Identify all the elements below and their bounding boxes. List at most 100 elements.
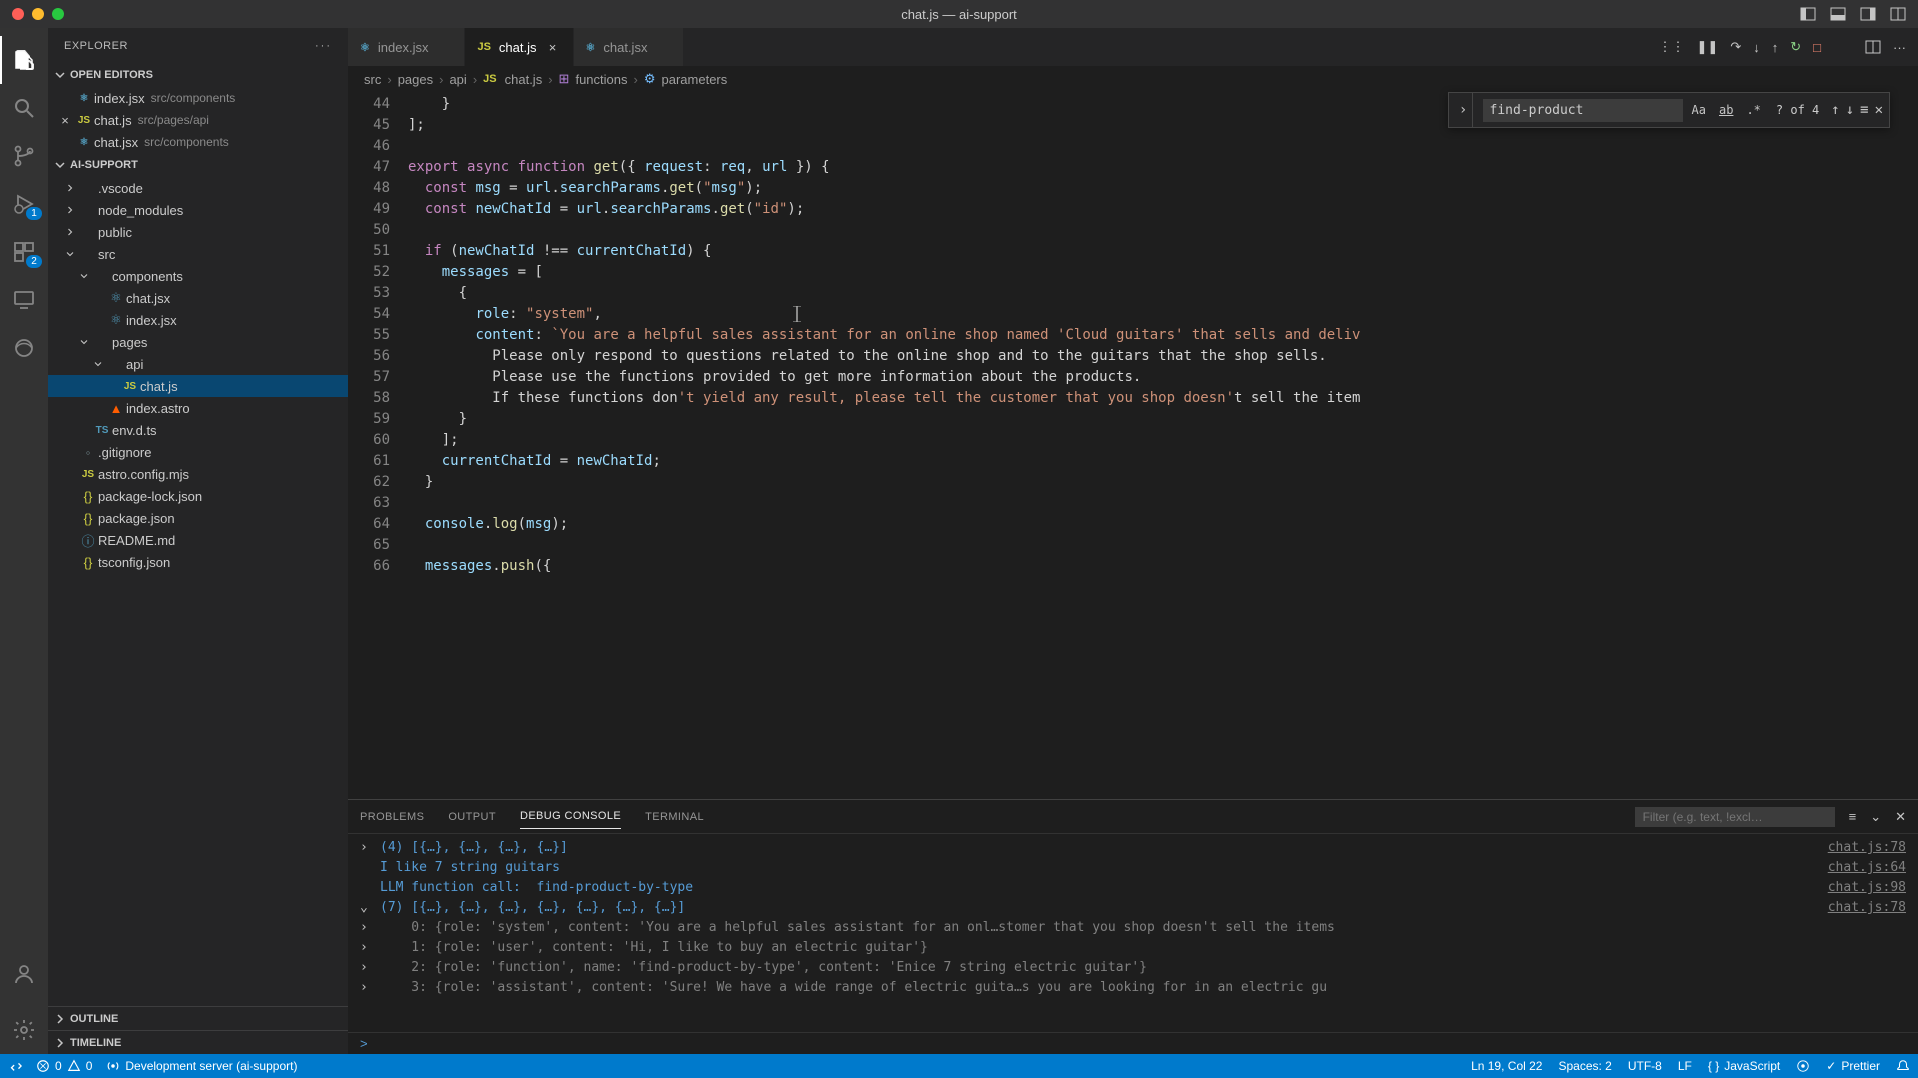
file-item[interactable]: ▲ index.astro — [48, 397, 348, 419]
drag-icon[interactable]: ⋮⋮ — [1659, 39, 1685, 55]
find-expand-icon[interactable]: › — [1455, 93, 1473, 127]
file-item[interactable]: TS env.d.ts — [48, 419, 348, 441]
editor-tab[interactable]: ⚛index.jsx — [348, 28, 465, 66]
status-spaces[interactable]: Spaces: 2 — [1558, 1059, 1611, 1073]
activity-scm[interactable] — [0, 132, 48, 180]
status-language[interactable]: { } JavaScript — [1708, 1059, 1780, 1073]
pause-icon[interactable]: ❚❚ — [1697, 39, 1719, 55]
editor-tab[interactable]: ⚛chat.jsx — [574, 28, 685, 66]
expand-icon[interactable]: › — [360, 938, 374, 958]
close-window-button[interactable] — [12, 8, 24, 20]
folder-item[interactable]: pages — [48, 331, 348, 353]
console-line[interactable]: › 3: {role: 'assistant', content: 'Sure!… — [360, 978, 1906, 998]
breadcrumb-item[interactable]: functions — [575, 72, 627, 87]
minimap[interactable] — [1904, 92, 1918, 799]
file-item[interactable]: ⚛ chat.jsx — [48, 287, 348, 309]
panel-left-icon[interactable] — [1800, 6, 1816, 22]
folder-item[interactable]: public — [48, 221, 348, 243]
expand-icon[interactable]: › — [360, 918, 374, 938]
step-over-icon[interactable]: ↷ — [1730, 39, 1741, 55]
maximize-window-button[interactable] — [52, 8, 64, 20]
console-line[interactable]: ⌄ (7) [{…}, {…}, {…}, {…}, {…}, {…}, {…}… — [360, 898, 1906, 918]
file-item[interactable]: ⚛ index.jsx — [48, 309, 348, 331]
remote-indicator[interactable] — [8, 1059, 22, 1073]
activity-run[interactable]: 1 — [0, 180, 48, 228]
restart-icon[interactable]: ↻ — [1790, 39, 1801, 55]
status-prettier[interactable]: ✓ Prettier — [1826, 1059, 1880, 1073]
editor-body[interactable]: 4445464748495051525354555657585960616263… — [348, 92, 1918, 799]
status-live[interactable] — [1796, 1059, 1810, 1073]
console-line[interactable]: › 1: {role: 'user', content: 'Hi, I like… — [360, 938, 1906, 958]
activity-search[interactable] — [0, 84, 48, 132]
file-item[interactable]: JS chat.js — [48, 375, 348, 397]
collapse-icon[interactable]: ⌄ — [1870, 809, 1881, 825]
panel-filter-input[interactable] — [1635, 807, 1835, 827]
folder-item[interactable]: components — [48, 265, 348, 287]
folder-item[interactable]: api — [48, 353, 348, 375]
activity-settings[interactable] — [0, 1006, 48, 1054]
open-editor-item[interactable]: × JS chat.js src/pages/api — [48, 109, 348, 131]
open-editor-item[interactable]: ⚛ chat.jsx src/components — [48, 131, 348, 153]
panel-bottom-icon[interactable] — [1830, 6, 1846, 22]
file-item[interactable]: {} tsconfig.json — [48, 551, 348, 573]
panel-right-icon[interactable] — [1860, 6, 1876, 22]
filter-icon[interactable]: ≡ — [1849, 809, 1857, 824]
activity-account[interactable] — [0, 950, 48, 998]
console-source-link[interactable]: chat.js:78 — [1828, 838, 1906, 858]
file-item[interactable]: {} package.json — [48, 507, 348, 529]
outline-header[interactable]: OUTLINE — [48, 1006, 348, 1030]
status-server[interactable]: Development server (ai-support) — [106, 1059, 297, 1073]
more-icon[interactable]: ··· — [1893, 40, 1906, 55]
console-line[interactable]: › (4) [{…}, {…}, {…}, {…}] chat.js:78 — [360, 838, 1906, 858]
close-icon[interactable]: × — [56, 113, 74, 128]
file-item[interactable]: ⓘ README.md — [48, 529, 348, 551]
close-icon[interactable]: ✕ — [1875, 100, 1883, 121]
panel-tab-problems[interactable]: PROBLEMS — [360, 805, 424, 829]
expand-icon[interactable]: ⌄ — [360, 898, 374, 918]
whole-word-icon[interactable]: ab — [1715, 97, 1737, 124]
activity-extensions[interactable]: 2 — [0, 228, 48, 276]
more-icon[interactable]: ··· — [315, 40, 332, 52]
stop-icon[interactable]: □ — [1813, 40, 1821, 55]
file-item[interactable]: ◦ .gitignore — [48, 441, 348, 463]
breadcrumb-item[interactable]: chat.js — [505, 72, 543, 87]
layout-icon[interactable] — [1890, 6, 1906, 22]
open-editors-header[interactable]: OPEN EDITORS — [48, 63, 348, 87]
step-into-icon[interactable]: ↓ — [1753, 40, 1760, 55]
status-encoding[interactable]: UTF-8 — [1628, 1059, 1662, 1073]
project-header[interactable]: AI-SUPPORT — [48, 153, 348, 177]
expand-icon[interactable] — [360, 858, 374, 878]
prev-match-icon[interactable]: ↑ — [1831, 100, 1839, 121]
breadcrumb-item[interactable]: parameters — [662, 72, 728, 87]
file-item[interactable]: JS astro.config.mjs — [48, 463, 348, 485]
folder-item[interactable]: .vscode — [48, 177, 348, 199]
folder-item[interactable]: node_modules — [48, 199, 348, 221]
file-item[interactable]: {} package-lock.json — [48, 485, 348, 507]
breadcrumb-item[interactable]: src — [364, 72, 381, 87]
close-icon[interactable]: × — [545, 40, 561, 55]
expand-icon[interactable]: › — [360, 978, 374, 998]
panel-tab-terminal[interactable]: TERMINAL — [645, 805, 704, 829]
split-editor-icon[interactable] — [1865, 39, 1881, 55]
console-line[interactable]: › 0: {role: 'system', content: 'You are … — [360, 918, 1906, 938]
breadcrumbs[interactable]: src› pages› api› JSchat.js› ⊞ functions›… — [348, 66, 1918, 92]
expand-icon[interactable]: › — [360, 838, 374, 858]
regex-icon[interactable]: .* — [1743, 98, 1763, 123]
expand-icon[interactable]: › — [360, 958, 374, 978]
debug-console-prompt[interactable]: > — [348, 1032, 1918, 1054]
minimize-window-button[interactable] — [32, 8, 44, 20]
close-panel-icon[interactable]: ✕ — [1895, 809, 1906, 825]
open-editor-item[interactable]: ⚛ index.jsx src/components — [48, 87, 348, 109]
panel-tab-output[interactable]: OUTPUT — [448, 805, 496, 829]
match-case-icon[interactable]: Aa — [1689, 98, 1709, 123]
panel-tab-debug-console[interactable]: DEBUG CONSOLE — [520, 804, 621, 829]
code-content[interactable]: }]; export async function get({ request:… — [408, 92, 1918, 799]
activity-remote[interactable] — [0, 276, 48, 324]
expand-icon[interactable] — [360, 878, 374, 898]
step-out-icon[interactable]: ↑ — [1772, 40, 1779, 55]
console-source-link[interactable]: chat.js:98 — [1828, 878, 1906, 898]
timeline-header[interactable]: TIMELINE — [48, 1030, 348, 1054]
activity-explorer[interactable] — [0, 36, 48, 84]
console-line[interactable]: LLM function call: find-product-by-type … — [360, 878, 1906, 898]
breadcrumb-item[interactable]: api — [449, 72, 466, 87]
